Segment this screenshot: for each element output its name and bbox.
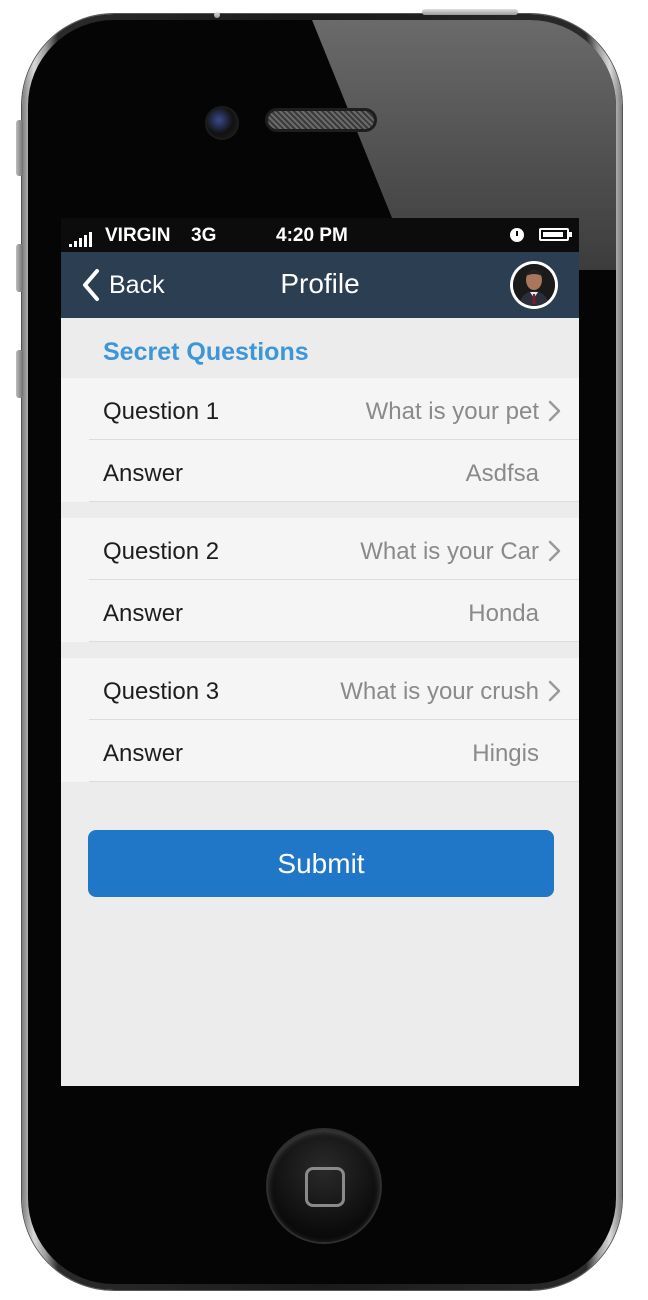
group-spacer — [61, 502, 579, 518]
question-label: Question 3 — [103, 678, 220, 705]
answer-value: Honda — [468, 600, 539, 627]
navigation-bar: Back Profile — [61, 252, 579, 318]
app-screen: VIRGIN 3G 4:20 PM Back Profile Secret Qu… — [61, 218, 579, 1086]
question-group: Question 1 What is your pet Answer Asdfs… — [61, 378, 579, 502]
answer-value: Hingis — [472, 740, 539, 767]
answer-row[interactable]: Answer Hingis — [89, 719, 579, 782]
answer-label: Answer — [103, 460, 184, 487]
question-label: Question 1 — [103, 398, 220, 425]
avatar[interactable] — [510, 261, 558, 309]
answer-label: Answer — [103, 740, 184, 767]
earpiece-speaker — [265, 108, 377, 132]
signal-icon — [69, 232, 92, 247]
question-row[interactable]: Question 1 What is your pet — [89, 378, 579, 439]
answer-row[interactable]: Answer Honda — [89, 579, 579, 642]
home-button-icon — [305, 1167, 345, 1207]
top-notch — [214, 12, 220, 18]
answer-label: Answer — [103, 600, 184, 627]
avatar-photo — [513, 264, 555, 306]
carrier-name: VIRGIN — [105, 225, 171, 246]
section-title: Secret Questions — [103, 338, 309, 366]
power-button — [422, 9, 518, 15]
page-title: Profile — [280, 268, 360, 299]
answer-value: Asdfsa — [465, 460, 539, 487]
question-value: What is your pet — [365, 398, 539, 425]
question-group: Question 2 What is your Car Answer Honda — [61, 518, 579, 642]
volume-down-button — [16, 350, 23, 398]
network-type: 3G — [191, 225, 217, 246]
volume-up-button — [16, 244, 23, 292]
question-label: Question 2 — [103, 538, 220, 565]
chevron-right-icon — [548, 400, 561, 422]
status-bar: VIRGIN 3G 4:20 PM — [61, 218, 579, 252]
question-value: What is your Car — [360, 538, 539, 565]
answer-row[interactable]: Answer Asdfsa — [89, 439, 579, 502]
chevron-right-icon — [548, 540, 561, 562]
mute-switch — [16, 120, 23, 176]
submit-button[interactable]: Submit — [88, 830, 554, 897]
question-group: Question 3 What is your crush Answer Hin… — [61, 658, 579, 782]
home-button[interactable] — [266, 1128, 382, 1244]
section-header: Secret Questions — [61, 318, 579, 378]
front-camera — [205, 106, 239, 140]
question-value: What is your crush — [340, 678, 539, 705]
group-spacer — [61, 642, 579, 658]
question-row[interactable]: Question 2 What is your Car — [89, 518, 579, 579]
alarm-icon — [510, 228, 524, 242]
battery-icon — [539, 228, 572, 241]
chevron-right-icon — [548, 680, 561, 702]
question-row[interactable]: Question 3 What is your crush — [89, 658, 579, 719]
status-time: 4:20 PM — [276, 225, 348, 246]
